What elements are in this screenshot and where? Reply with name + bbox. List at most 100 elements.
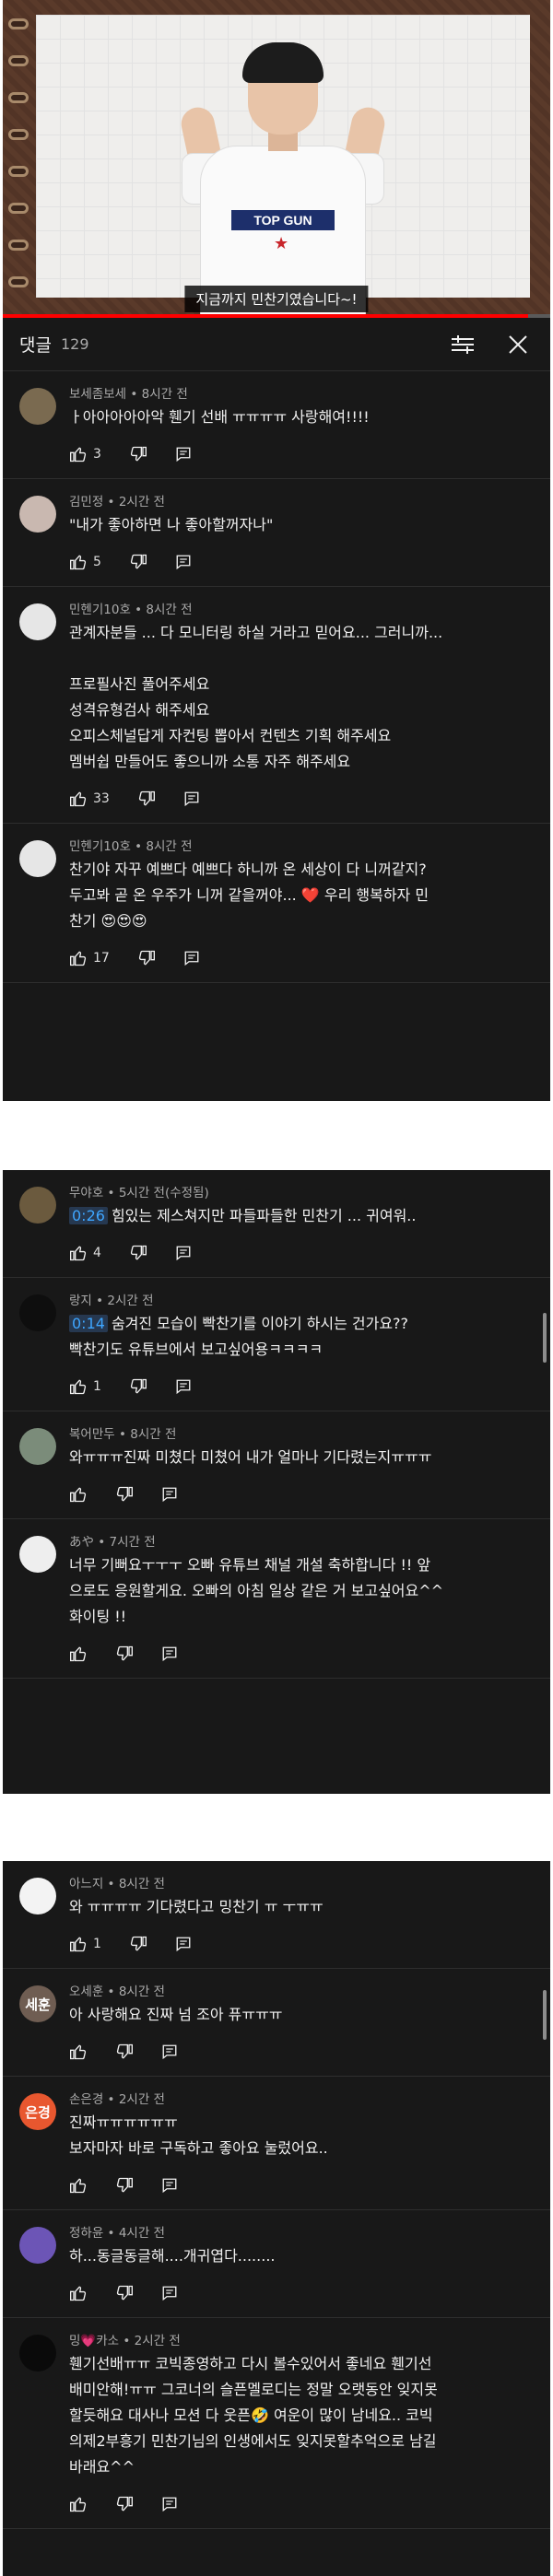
like-button[interactable] [69, 2043, 88, 2061]
like-button[interactable]: 1 [69, 1377, 101, 1396]
avatar[interactable]: 세훈 [19, 1985, 56, 2022]
avatar[interactable] [19, 840, 56, 877]
like-button[interactable] [69, 1645, 88, 1663]
avatar[interactable] [19, 1878, 56, 1914]
dislike-button[interactable] [115, 2176, 134, 2195]
avatar[interactable] [19, 603, 56, 640]
comment-line-text: 프로필사진 풀어주세요 [69, 675, 210, 693]
like-button[interactable]: 17 [69, 949, 110, 967]
comment-author[interactable]: 무야호 [69, 1186, 103, 1200]
comment-author[interactable]: あや [69, 1535, 94, 1550]
video-player[interactable]: TOP GUN ★ 지금까지 민찬기였습니다~! [3, 0, 550, 318]
comment-author[interactable]: 복어만두 [69, 1427, 115, 1442]
comment-item: 정하윤 • 4시간 전 하...동글동글해....개귀엽다........ [3, 2210, 550, 2318]
comment-line: 와ㅠㅠㅠ진짜 미쳤다 미쳤어 내가 얼마나 기다렸는지ㅠㅠㅠ [69, 1445, 535, 1470]
reply-button[interactable] [175, 1378, 192, 1395]
thumbs-up-icon [70, 555, 87, 570]
reply-button[interactable] [161, 2177, 178, 2194]
comment-line: 보자마자 바로 구독하고 좋아요 눌렀어요.. [69, 2136, 535, 2161]
comment-line-text: 찬기 😍😍😍 [69, 912, 147, 930]
like-button[interactable] [69, 2176, 88, 2195]
comment-actions [69, 2269, 535, 2317]
like-button[interactable]: 33 [69, 790, 110, 808]
reply-button[interactable] [175, 446, 192, 463]
reply-button[interactable] [183, 790, 200, 807]
comment-author[interactable]: 보세좀보세 [69, 387, 126, 402]
reply-button[interactable] [161, 2043, 178, 2060]
avatar[interactable] [19, 1536, 56, 1573]
like-button[interactable] [69, 2495, 88, 2513]
person-waving: TOP GUN ★ [145, 42, 421, 318]
dislike-button[interactable] [137, 949, 156, 967]
comment-author[interactable]: 아느지 [69, 1877, 103, 1891]
comment-line: 의제2부흥기 민찬기님의 인생에서도 잊지못할추억으로 남길 [69, 2429, 535, 2454]
shirt-logo: TOP GUN [231, 210, 335, 230]
reply-button[interactable] [183, 950, 200, 966]
avatar[interactable] [19, 388, 56, 425]
reply-button[interactable] [161, 2285, 178, 2301]
comment-author[interactable]: 손은경 [69, 2092, 103, 2107]
like-button[interactable]: 1 [69, 1935, 101, 1953]
dislike-button[interactable] [129, 1935, 147, 1953]
comment-author[interactable]: 민헨기10호 [69, 839, 131, 854]
dislike-button[interactable] [129, 553, 147, 571]
dislike-button[interactable] [115, 1485, 134, 1504]
comment-author[interactable]: 랑지 [69, 1294, 92, 1308]
dislike-button[interactable] [115, 2495, 134, 2513]
reply-icon [176, 1379, 191, 1395]
video-progress-bar[interactable] [3, 314, 550, 318]
dislike-button[interactable] [137, 790, 156, 808]
comment-author[interactable]: 정하윤 [69, 2226, 103, 2241]
comment-actions: 33 [69, 775, 535, 823]
sort-button[interactable] [447, 329, 478, 360]
timestamp-link[interactable]: 0:14 [69, 1315, 108, 1332]
timestamp-link[interactable]: 0:26 [69, 1207, 108, 1224]
scrollbar-thumb[interactable] [543, 1313, 547, 1363]
comment-author[interactable]: 오세훈 [69, 1985, 103, 1999]
comment-line: 너무 기뻐요ㅜㅜㅜ 오빠 유튜브 채널 개설 축하합니다 !! 앞 [69, 1552, 535, 1578]
avatar[interactable]: 은경 [19, 2093, 56, 2130]
thumbs-down-icon [116, 2043, 133, 2059]
like-button[interactable]: 3 [69, 445, 101, 463]
scrollbar-thumb[interactable] [543, 1990, 547, 2040]
close-button[interactable] [502, 329, 534, 360]
thumbs-up-icon [70, 791, 87, 807]
like-button[interactable] [69, 2284, 88, 2302]
comment-author[interactable]: 김민정 [69, 495, 103, 509]
comment-meta: 민헨기10호 • 8시간 전 [69, 837, 535, 857]
comment-line: 관계자분들 ... 다 모니터링 하실 거라고 믿어요... 그러니까... [69, 620, 535, 646]
like-button[interactable] [69, 1485, 88, 1504]
reply-button[interactable] [175, 554, 192, 570]
avatar[interactable] [19, 496, 56, 533]
comment-author[interactable]: 민헨기10호 [69, 603, 131, 617]
dislike-button[interactable] [115, 1645, 134, 1663]
reply-button[interactable] [175, 1245, 192, 1261]
thumbs-down-icon [130, 1936, 147, 1951]
comment-line: 오피스체널답게 자컨팅 뽑아서 컨텐츠 기획 해주세요 [69, 723, 535, 749]
reply-button[interactable] [161, 2496, 178, 2512]
sliders-icon [452, 334, 474, 354]
dislike-button[interactable] [115, 2043, 134, 2061]
like-button[interactable]: 4 [69, 1244, 101, 1262]
reply-button[interactable] [161, 1486, 178, 1503]
avatar[interactable] [19, 2335, 56, 2371]
reply-button[interactable] [175, 1936, 192, 1952]
reply-button[interactable] [161, 1645, 178, 1662]
avatar[interactable] [19, 2227, 56, 2264]
reply-icon [176, 1246, 191, 1261]
comment-line-text: 보자마자 바로 구독하고 좋아요 눌렀어요.. [69, 2139, 328, 2157]
comment-author[interactable]: 밍💗카소 [69, 2334, 119, 2348]
dislike-button[interactable] [129, 1244, 147, 1262]
dislike-button[interactable] [129, 1377, 147, 1396]
avatar[interactable] [19, 1187, 56, 1224]
reply-icon [162, 2178, 177, 2194]
dislike-button[interactable] [115, 2284, 134, 2302]
like-button[interactable]: 5 [69, 553, 101, 571]
binder-ring [8, 203, 29, 214]
dislike-button[interactable] [129, 445, 147, 463]
avatar[interactable] [19, 1294, 56, 1331]
avatar[interactable] [19, 1428, 56, 1465]
comment-line: "내가 좋아하면 나 좋아할꺼자나" [69, 512, 535, 538]
reply-icon [176, 555, 191, 570]
comment-actions [69, 1630, 535, 1678]
